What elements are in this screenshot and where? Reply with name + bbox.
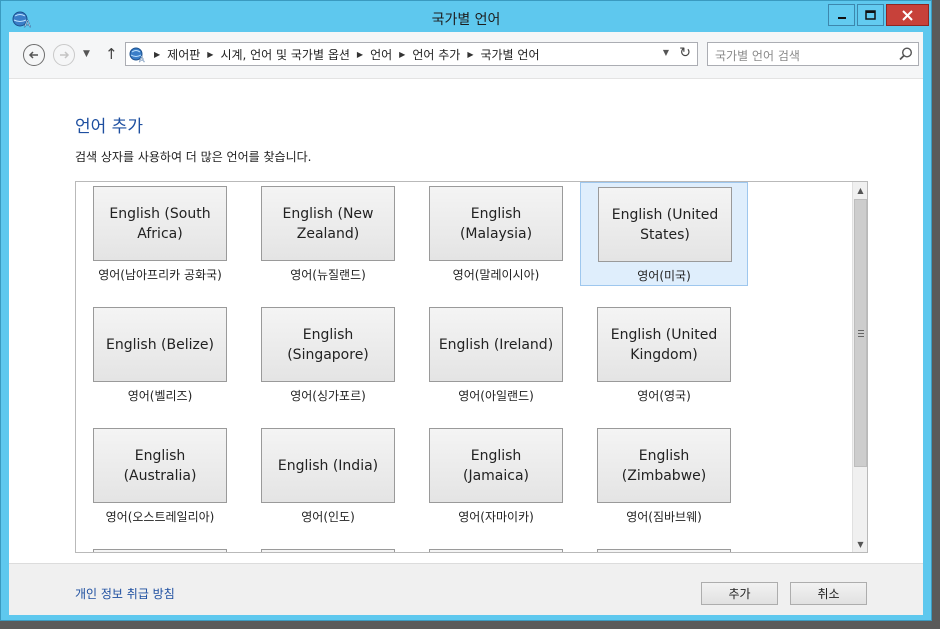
breadcrumb-separator-icon[interactable]: ▶ bbox=[154, 50, 160, 59]
language-tile[interactable]: English (Australia) bbox=[93, 428, 227, 503]
language-tile[interactable]: English (South Africa) bbox=[93, 186, 227, 261]
language-label: 영어(남아프리카 공화국) bbox=[98, 268, 222, 282]
search-input[interactable]: 국가별 언어 검색 bbox=[707, 42, 919, 66]
language-item[interactable]: English (South Africa) 영어(남아프리카 공화국) bbox=[76, 182, 244, 286]
privacy-policy-link[interactable]: 개인 정보 취급 방침 bbox=[75, 585, 175, 602]
language-item[interactable]: English (United Kingdom) 영어(영국) bbox=[580, 303, 748, 407]
language-label: 영어(인도) bbox=[301, 510, 355, 524]
language-item[interactable]: English (Jamaica) 영어(자마이카) bbox=[412, 424, 580, 528]
window-client: ▼ ↑ A ▶ 제어판 ▶ 시계, 언어 및 국가별 옵션 ▶ 언어 ▶ 언어 … bbox=[9, 32, 923, 615]
page-description: 검색 상자를 사용하여 더 많은 언어를 찾습니다. bbox=[75, 150, 312, 164]
language-tile[interactable]: English (Malaysia) bbox=[429, 186, 563, 261]
language-list: English (South Africa) 영어(남아프리카 공화국) Engli… bbox=[75, 181, 868, 553]
language-tile[interactable]: English (Ireland) bbox=[429, 307, 563, 382]
language-tile[interactable] bbox=[93, 549, 227, 552]
language-item[interactable]: English (Singapore) 영어(싱가포르) bbox=[244, 303, 412, 407]
breadcrumb-language[interactable]: 언어 bbox=[370, 46, 392, 63]
svg-text:A: A bbox=[139, 55, 145, 63]
language-grid: English (South Africa) 영어(남아프리카 공화국) Engli… bbox=[76, 182, 852, 552]
language-tile[interactable] bbox=[429, 549, 563, 552]
grip-icon bbox=[857, 329, 864, 337]
page-title: 언어 추가 bbox=[75, 117, 143, 137]
language-item[interactable] bbox=[412, 545, 580, 552]
recent-pages-dropdown-icon[interactable]: ▼ bbox=[83, 49, 90, 59]
refresh-icon[interactable]: ↻ bbox=[679, 45, 691, 61]
language-item[interactable] bbox=[244, 545, 412, 552]
up-arrow-icon[interactable]: ↑ bbox=[105, 45, 118, 63]
navigation-bar: ▼ ↑ A ▶ 제어판 ▶ 시계, 언어 및 국가별 옵션 ▶ 언어 ▶ 언어 … bbox=[9, 32, 923, 79]
language-label: 영어(자마이카) bbox=[458, 510, 534, 524]
breadcrumb-control-panel[interactable]: 제어판 bbox=[167, 46, 200, 63]
scrollbar-thumb[interactable] bbox=[854, 199, 867, 467]
language-item[interactable]: English (India) 영어(인도) bbox=[244, 424, 412, 528]
address-globe-icon: A bbox=[129, 47, 145, 63]
back-button[interactable] bbox=[23, 44, 45, 66]
maximize-icon bbox=[865, 10, 876, 20]
language-item[interactable]: English (Ireland) 영어(아일랜드) bbox=[412, 303, 580, 407]
language-label: 영어(오스트레일리아) bbox=[105, 510, 215, 524]
address-bar[interactable]: A ▶ 제어판 ▶ 시계, 언어 및 국가별 옵션 ▶ 언어 ▶ 언어 추가 ▶… bbox=[125, 42, 698, 66]
language-item[interactable]: English (United States) 영어(미국) bbox=[580, 182, 748, 286]
vertical-scrollbar[interactable]: ▲ ▼ bbox=[852, 182, 867, 552]
language-label: 영어(영국) bbox=[637, 389, 691, 403]
address-dropdown-icon[interactable]: ▼ bbox=[663, 48, 669, 57]
language-tile[interactable] bbox=[261, 549, 395, 552]
language-tile[interactable]: English (United Kingdom) bbox=[597, 307, 731, 382]
close-button[interactable] bbox=[886, 4, 929, 26]
language-item[interactable]: English (Malaysia) 영어(말레이시아) bbox=[412, 182, 580, 286]
language-label: 영어(아일랜드) bbox=[458, 389, 534, 403]
maximize-button[interactable] bbox=[857, 4, 884, 26]
language-label: 영어(짐바브웨) bbox=[626, 510, 702, 524]
language-label: 영어(말레이시아) bbox=[452, 268, 540, 282]
language-label: 영어(벨리즈) bbox=[127, 389, 193, 403]
language-item[interactable] bbox=[76, 545, 244, 552]
close-icon bbox=[902, 9, 913, 21]
language-tile[interactable]: English (Zimbabwe) bbox=[597, 428, 731, 503]
footer-bar: 개인 정보 취급 방침 추가 취소 bbox=[9, 563, 923, 615]
back-arrow-icon bbox=[28, 51, 38, 59]
language-item[interactable]: English (Zimbabwe) 영어(짐바브웨) bbox=[580, 424, 748, 528]
minimize-button[interactable] bbox=[828, 4, 855, 26]
language-item[interactable]: English (New Zealand) 영어(뉴질랜드) bbox=[244, 182, 412, 286]
language-item[interactable]: English (Australia) 영어(오스트레일리아) bbox=[76, 424, 244, 528]
scroll-down-icon[interactable]: ▼ bbox=[853, 536, 867, 552]
language-tile[interactable]: English (New Zealand) bbox=[261, 186, 395, 261]
breadcrumb-separator-icon[interactable]: ▶ bbox=[467, 50, 473, 59]
language-item[interactable]: English (Belize) 영어(벨리즈) bbox=[76, 303, 244, 407]
search-icon[interactable] bbox=[898, 46, 914, 62]
language-item[interactable] bbox=[580, 545, 748, 552]
breadcrumb-add-language[interactable]: 언어 추가 bbox=[412, 46, 460, 63]
forward-button[interactable] bbox=[53, 44, 75, 66]
add-button[interactable]: 추가 bbox=[701, 582, 778, 605]
breadcrumb-regional-language[interactable]: 국가별 언어 bbox=[480, 46, 539, 63]
language-tile[interactable]: English (India) bbox=[261, 428, 395, 503]
forward-arrow-icon bbox=[60, 51, 70, 59]
language-window: A 국가별 언어 ▼ ↑ A ▶ 제어판 ▶ 시계, 언어 및 국가별 옵션 ▶… bbox=[0, 0, 932, 621]
language-label: 영어(미국) bbox=[637, 269, 691, 283]
search-placeholder: 국가별 언어 검색 bbox=[715, 49, 800, 63]
breadcrumb-separator-icon[interactable]: ▶ bbox=[399, 50, 405, 59]
minimize-icon bbox=[837, 17, 846, 19]
breadcrumb-clock-language-region[interactable]: 시계, 언어 및 국가별 옵션 bbox=[220, 46, 349, 63]
language-tile[interactable]: English (United States) bbox=[598, 187, 732, 262]
language-tile[interactable]: English (Belize) bbox=[93, 307, 227, 382]
language-label: 영어(뉴질랜드) bbox=[290, 268, 366, 282]
language-tile[interactable] bbox=[597, 549, 731, 552]
language-tile[interactable]: English (Jamaica) bbox=[429, 428, 563, 503]
language-tile[interactable]: English (Singapore) bbox=[261, 307, 395, 382]
scroll-up-icon[interactable]: ▲ bbox=[853, 182, 867, 198]
window-title: 국가별 언어 bbox=[431, 12, 501, 28]
breadcrumb-separator-icon[interactable]: ▶ bbox=[357, 50, 363, 59]
cancel-button[interactable]: 취소 bbox=[790, 582, 867, 605]
breadcrumb-separator-icon[interactable]: ▶ bbox=[207, 50, 213, 59]
language-label: 영어(싱가포르) bbox=[290, 389, 366, 403]
